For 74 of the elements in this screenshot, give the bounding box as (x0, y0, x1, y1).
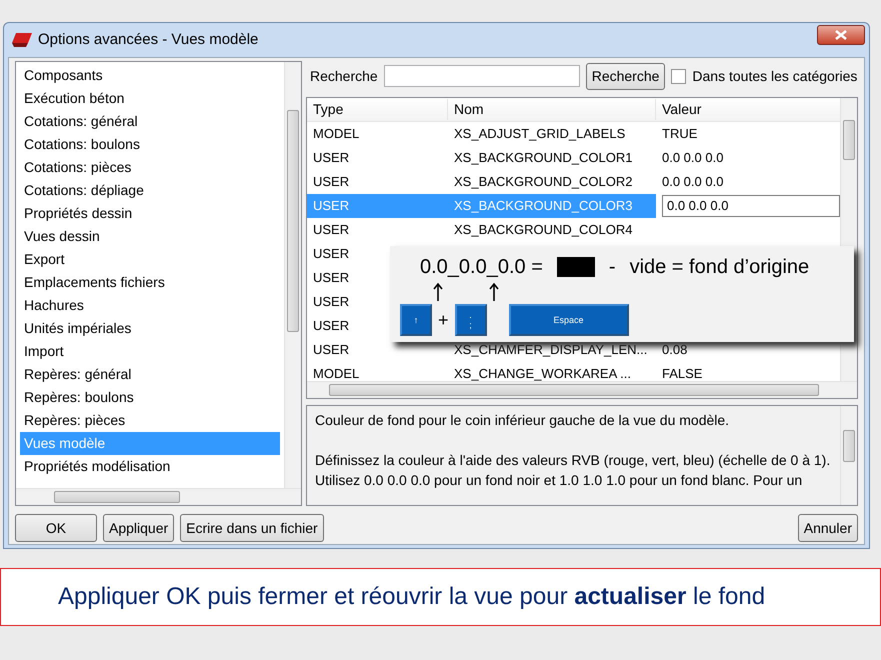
table-cell: USER (313, 294, 350, 310)
sidebar-item[interactable]: Cotations: pièces (20, 156, 280, 179)
scrollbar[interactable] (16, 488, 301, 505)
column-header[interactable]: Nom (448, 99, 656, 120)
table-cell: XS_BACKGROUND_COLOR4 (454, 222, 632, 238)
checkbox-label: Dans toutes les catégories (692, 66, 858, 86)
input-field[interactable]: 0.0 0.0 0.0 (662, 195, 840, 217)
description-text: Couleur de fond pour le coin inférieur gauche de la vue du modèle. (315, 411, 730, 430)
sidebar-item[interactable]: Emplacements fichiers (20, 271, 280, 294)
table-cell: FALSE (662, 366, 702, 381)
dialog-button[interactable]: Annuler (798, 514, 858, 542)
dialog-button[interactable]: Ecrire dans un fichier (180, 514, 324, 542)
instruction-text: Appliquer OK puis fermer et réouvrir la vue pour actualiser le fond (58, 582, 766, 612)
scrollbar[interactable] (307, 381, 857, 398)
table-cell: USER (313, 342, 350, 358)
note-text: vide = fond d’origine (630, 255, 810, 280)
sidebar-item[interactable]: Repères: pièces (20, 409, 280, 432)
sidebar-item[interactable]: Repères: général (20, 363, 280, 386)
table-cell: XS_BACKGROUND_COLOR3 (454, 198, 632, 213)
dash-text: - (608, 255, 616, 280)
table-cell: 0.0 0.0 0.0 (662, 174, 724, 190)
plus-text: + (438, 308, 449, 332)
sidebar-item[interactable]: Propriétés modélisation (20, 455, 280, 478)
sidebar-item[interactable]: Unités impériales (20, 317, 280, 340)
description-text: Définissez la couleur à l'aide des valeurs RVB (rouge, vert, bleu) (échelle de 0 à 1). Utilisez 0.0 0.0 0.0 pour un fond noir et 1.0 1.0 1.0 pour un fond blanc. Pour un (315, 451, 832, 490)
window-title: Options avancées - Vues modèle (38, 30, 258, 50)
sidebar-item[interactable]: Vues dessin (20, 225, 280, 248)
table-cell: USER (313, 174, 350, 190)
sidebar-item[interactable]: Repères: boulons (20, 386, 280, 409)
table-cell: XS_BACKGROUND_COLOR1 (454, 150, 632, 166)
table-cell: USER (313, 318, 350, 334)
dialog-button[interactable]: OK (15, 514, 97, 542)
search-field[interactable] (384, 65, 580, 87)
keyboard-key: Espace (508, 304, 629, 336)
sidebar-item[interactable]: Import (20, 340, 280, 363)
table-cell: XS_ADJUST_GRID_LABELS (454, 126, 626, 142)
table-cell: XS_BACKGROUND_COLOR2 (454, 174, 632, 190)
app-icon (12, 33, 32, 47)
scrollbar[interactable] (840, 406, 857, 505)
column-header[interactable]: Type (307, 99, 448, 120)
keyboard-key: ↑ (400, 304, 432, 336)
table-cell: USER (313, 246, 350, 262)
sidebar-item[interactable]: Hachures (20, 294, 280, 317)
up-arrow-icon (433, 282, 443, 302)
table-cell: XS_CHANGE_WORKAREA ... (454, 366, 631, 381)
sidebar-item[interactable]: Export (20, 248, 280, 271)
sidebar-item[interactable]: Propriétés dessin (20, 202, 280, 225)
column-header[interactable]: Valeur (656, 99, 840, 120)
sidebar-item[interactable]: Exécution béton (20, 87, 280, 110)
table-cell: MODEL (313, 366, 360, 381)
close-button[interactable] (817, 25, 865, 45)
search-label: Recherche (310, 66, 378, 86)
color-swatch (556, 257, 595, 277)
sidebar-item[interactable]: Cotations: dépliage (20, 179, 280, 202)
keyboard-key: . ; (454, 304, 487, 336)
search-button[interactable]: Recherche (586, 62, 666, 90)
close-icon (835, 30, 847, 40)
scrollbar[interactable] (284, 62, 301, 488)
table-cell: MODEL (313, 126, 360, 142)
table-cell: XS_CHAMFER_DISPLAY_LEN... (454, 342, 648, 358)
table-cell: USER (313, 198, 350, 213)
formula-text: 0.0_0.0_0.0 = (420, 255, 543, 280)
table-cell: 0.0 0.0 0.0 (662, 150, 724, 166)
table-cell: TRUE (662, 126, 698, 142)
sidebar-item[interactable]: Cotations: boulons (20, 133, 280, 156)
sidebar-item[interactable]: Cotations: général (20, 110, 280, 133)
sidebar-item[interactable]: Composants (20, 64, 280, 87)
checkbox[interactable] (671, 68, 686, 84)
dialog-button[interactable]: Appliquer (103, 514, 174, 542)
up-arrow-icon (489, 282, 499, 302)
table-cell: 0.08 (662, 342, 688, 358)
table-cell: USER (313, 222, 350, 238)
table-cell: USER (313, 270, 350, 286)
table-cell: USER (313, 150, 350, 166)
